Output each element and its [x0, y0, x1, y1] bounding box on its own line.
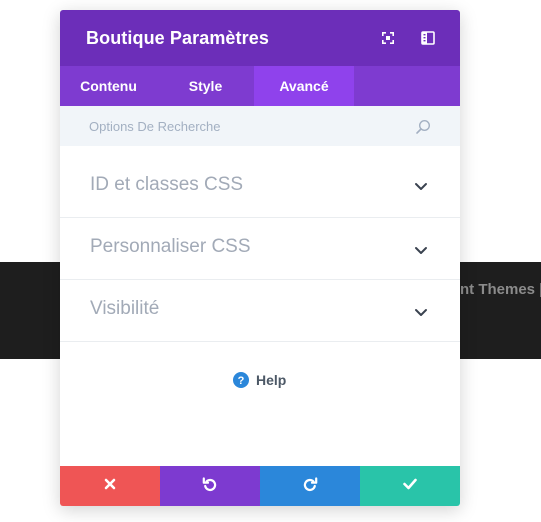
background-footer-text: nt Themes |: [460, 281, 541, 298]
section-label: ID et classes CSS: [90, 174, 244, 195]
tab-style[interactable]: Style: [157, 66, 254, 106]
modal-footer: [60, 466, 460, 506]
tab-contenu[interactable]: Contenu: [60, 66, 157, 106]
modal-title: Boutique Paramètres: [86, 27, 269, 48]
section-personnaliser-css[interactable]: Personnaliser CSS: [60, 218, 460, 280]
modal-header: Boutique Paramètres: [60, 10, 460, 66]
tab-avance[interactable]: Avancé: [254, 66, 354, 106]
section-id-classes-css[interactable]: ID et classes CSS: [60, 146, 460, 218]
section-visibilite[interactable]: Visibilité: [60, 280, 460, 342]
undo-icon: [202, 476, 218, 497]
section-label: Visibilité: [90, 298, 160, 319]
expand-icon[interactable]: [380, 30, 396, 46]
chevron-down-icon[interactable]: [414, 243, 428, 254]
chevron-down-icon[interactable]: [414, 179, 428, 190]
checkmark-icon: [403, 477, 417, 495]
close-icon: [104, 477, 116, 495]
section-label: Personnaliser CSS: [90, 236, 251, 257]
tab-bar: Contenu Style Avancé: [60, 66, 460, 106]
undo-button[interactable]: [160, 466, 260, 506]
redo-icon: [302, 476, 318, 497]
chevron-down-icon[interactable]: [414, 305, 428, 316]
redo-button[interactable]: [260, 466, 360, 506]
svg-text:?: ?: [238, 375, 245, 387]
save-button[interactable]: [360, 466, 460, 506]
search-input[interactable]: [89, 116, 389, 136]
cancel-button[interactable]: [60, 466, 160, 506]
help-label: Help: [256, 372, 287, 388]
settings-modal: Boutique Paramètres Contenu Style Avancé: [60, 10, 460, 506]
search-bar: [60, 106, 460, 146]
help-link[interactable]: ? Help: [233, 372, 286, 388]
help-circle-icon: ?: [233, 372, 249, 388]
search-icon[interactable]: [415, 119, 431, 135]
sidebar-toggle-icon[interactable]: [420, 30, 436, 46]
